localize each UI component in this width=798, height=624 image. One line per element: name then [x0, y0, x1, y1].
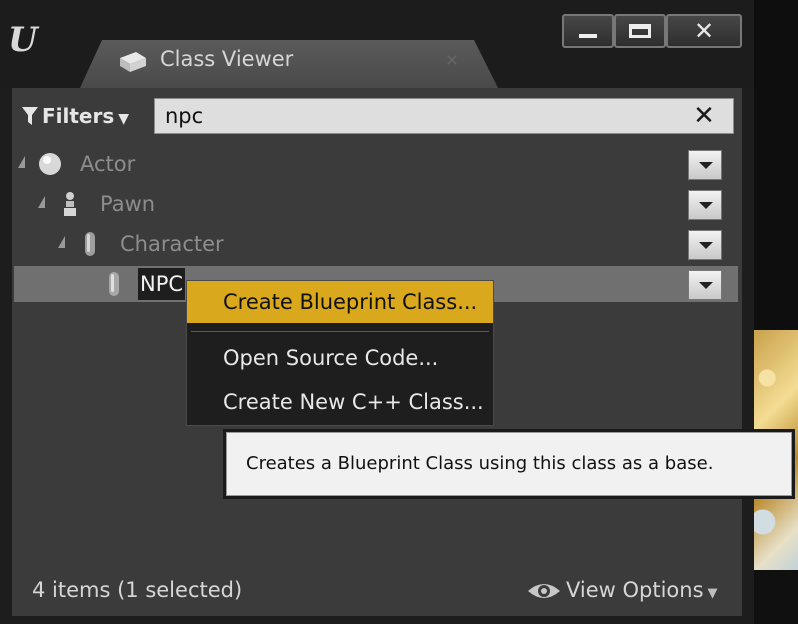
maximize-icon [629, 24, 651, 38]
capsule-icon [109, 272, 119, 296]
view-options-label: View Options [566, 578, 704, 602]
tree-item-label: Character [120, 232, 224, 256]
expand-arrow-icon[interactable] [18, 156, 25, 168]
tree-row-pawn[interactable]: Pawn [14, 186, 738, 222]
chevron-down-icon: ▼ [707, 586, 718, 601]
close-icon: ✕ [693, 17, 715, 45]
funnel-icon [22, 100, 42, 132]
context-menu: Create Blueprint Class... Open Source Co… [186, 280, 494, 426]
class-viewer-icon [120, 52, 146, 72]
close-window-button[interactable]: ✕ [666, 14, 742, 48]
clear-search-icon[interactable]: ✕ [689, 101, 719, 131]
chevron-down-icon [699, 282, 713, 289]
tree-item-label: Pawn [100, 192, 156, 216]
search-input[interactable] [165, 101, 665, 131]
pawn-icon [64, 192, 76, 216]
minimize-icon [579, 34, 597, 38]
row-dropdown-button[interactable] [688, 230, 722, 260]
view-options-button[interactable]: View Options ▼ [526, 574, 718, 606]
minimize-button[interactable] [562, 14, 614, 48]
tab-close-icon[interactable]: × [442, 48, 462, 72]
row-dropdown-button[interactable] [688, 270, 722, 300]
menu-item-open-source-code[interactable]: Open Source Code... [187, 337, 493, 379]
chevron-down-icon [699, 242, 713, 249]
tree-item-label: Actor [80, 152, 136, 176]
background-strip [754, 570, 798, 624]
tooltip: Creates a Blueprint Class using this cla… [226, 432, 792, 496]
row-dropdown-button[interactable] [688, 190, 722, 220]
eye-icon [528, 584, 560, 598]
sphere-icon [39, 153, 61, 175]
capsule-icon [85, 232, 95, 256]
chevron-down-icon [699, 162, 713, 169]
tab-title: Class Viewer [160, 47, 294, 71]
tree-row-actor[interactable]: Actor [14, 146, 738, 182]
unreal-engine-logo-icon: U [8, 20, 38, 60]
row-dropdown-button[interactable] [688, 150, 722, 180]
item-count-status: 4 items (1 selected) [32, 578, 243, 602]
tree-row-character[interactable]: Character [14, 226, 738, 262]
menu-divider [191, 331, 489, 332]
expand-arrow-icon[interactable] [38, 196, 45, 208]
expand-arrow-icon[interactable] [58, 236, 65, 248]
chevron-down-icon: ▼ [118, 111, 130, 127]
search-box[interactable]: ✕ [154, 98, 734, 134]
menu-item-create-blueprint-class[interactable]: Create Blueprint Class... [187, 281, 493, 323]
maximize-button[interactable] [614, 14, 666, 48]
menu-item-create-new-cpp-class[interactable]: Create New C++ Class... [187, 381, 493, 423]
filters-label: Filters [42, 104, 115, 128]
tree-item-label: NPC [138, 268, 186, 300]
filters-dropdown[interactable]: Filters ▼ [22, 100, 129, 132]
chevron-down-icon [699, 202, 713, 209]
